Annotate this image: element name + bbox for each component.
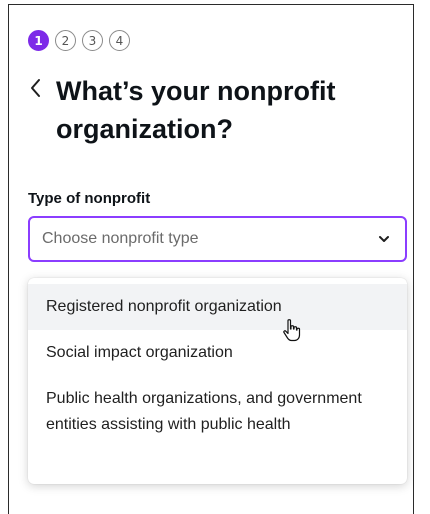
nonprofit-type-select[interactable]: Choose nonprofit type xyxy=(28,216,407,262)
step-3[interactable]: 3 xyxy=(82,30,103,51)
back-button[interactable] xyxy=(28,76,42,104)
option-public-health[interactable]: Public health organizations, and governm… xyxy=(28,376,407,448)
step-2[interactable]: 2 xyxy=(55,30,76,51)
step-indicator: 1 2 3 4 xyxy=(28,30,130,51)
field-label: Type of nonprofit xyxy=(28,190,151,207)
chevron-left-icon xyxy=(31,79,40,97)
step-1[interactable]: 1 xyxy=(28,30,49,51)
page-title: What’s your nonprofit organization? xyxy=(56,76,336,144)
step-4[interactable]: 4 xyxy=(109,30,130,51)
select-placeholder: Choose nonprofit type xyxy=(42,230,199,247)
chevron-down-icon xyxy=(379,236,389,242)
option-social-impact[interactable]: Social impact organization xyxy=(28,330,407,376)
hand-pointer-icon xyxy=(283,319,301,342)
dropdown-menu: Registered nonprofit organization Social… xyxy=(28,278,407,484)
option-registered-nonprofit[interactable]: Registered nonprofit organization xyxy=(28,284,407,330)
